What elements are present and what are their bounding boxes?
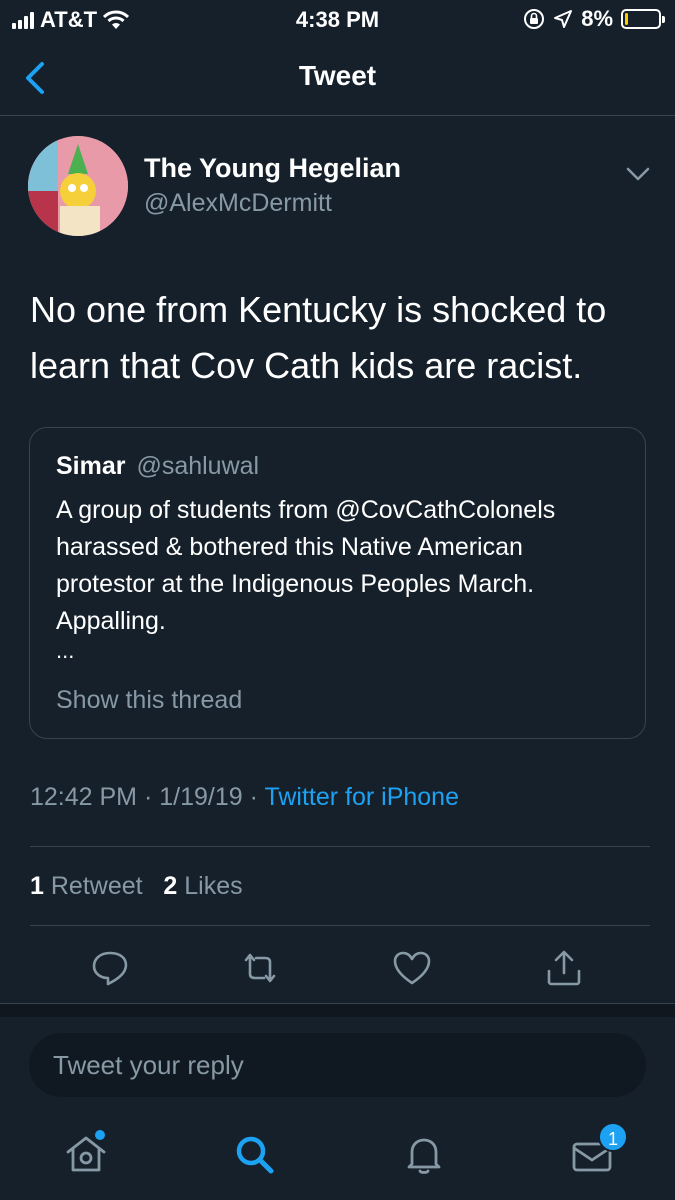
retweet-icon[interactable] bbox=[238, 946, 282, 990]
quoted-tweet-ellipsis: ... bbox=[56, 638, 75, 663]
retweets-stat[interactable]: 1 Retweet bbox=[30, 872, 143, 900]
chevron-down-icon[interactable] bbox=[624, 164, 652, 184]
tab-bar bbox=[0, 1110, 675, 1200]
orientation-lock-icon bbox=[524, 9, 545, 29]
reply-icon[interactable] bbox=[88, 946, 132, 990]
tweet-source-link[interactable]: Twitter for iPhone bbox=[264, 783, 459, 811]
messages-badge: 1 bbox=[598, 1122, 628, 1152]
notifications-icon[interactable] bbox=[400, 1130, 448, 1178]
quoted-author-handle: @sahluwal bbox=[136, 452, 260, 480]
meta-separator: · bbox=[143, 783, 153, 811]
quoted-tweet[interactable]: Simar @sahluwal A group of students from… bbox=[29, 427, 646, 739]
section-divider bbox=[0, 1003, 675, 1017]
tweet-time: 12:42 PM bbox=[30, 783, 138, 811]
location-icon bbox=[554, 10, 573, 28]
divider bbox=[30, 846, 650, 847]
quoted-tweet-header: Simar @sahluwal bbox=[56, 452, 259, 481]
quoted-tweet-text: A group of students from @CovCathColonel… bbox=[56, 496, 556, 635]
status-right: 8% bbox=[523, 6, 665, 32]
avatar[interactable] bbox=[28, 136, 128, 236]
reply-input[interactable]: Tweet your reply bbox=[29, 1033, 646, 1097]
home-notification-dot bbox=[95, 1130, 105, 1140]
like-count: 2 bbox=[163, 872, 178, 900]
page-title: Tweet bbox=[298, 60, 377, 91]
search-icon[interactable] bbox=[230, 1130, 278, 1178]
author-name[interactable]: The Young Hegelian bbox=[144, 153, 401, 184]
tweet-meta: 12:42 PM · 1/19/19 · Twitter for iPhone bbox=[30, 783, 459, 812]
author-handle[interactable]: @AlexMcDermitt bbox=[144, 189, 332, 218]
battery-fill bbox=[625, 13, 628, 25]
like-icon[interactable] bbox=[390, 946, 434, 990]
show-thread-link[interactable]: Show this thread bbox=[56, 686, 242, 715]
tweet-date: 1/19/19 bbox=[159, 783, 243, 811]
quoted-author-name: Simar bbox=[56, 452, 126, 480]
retweet-label: Retweet bbox=[50, 872, 143, 900]
avatar-image bbox=[28, 136, 128, 236]
like-label: Likes bbox=[184, 872, 243, 900]
retweet-count: 1 bbox=[30, 872, 44, 900]
meta-separator: · bbox=[249, 783, 258, 811]
battery-percent: 8% bbox=[581, 6, 613, 31]
tweet-stats: 1 Retweet 2 Likes bbox=[30, 872, 243, 901]
nav-bar: Tweet bbox=[0, 40, 675, 116]
share-icon[interactable] bbox=[542, 946, 586, 990]
divider bbox=[30, 925, 650, 926]
likes-stat[interactable]: 2 Likes bbox=[163, 872, 242, 900]
status-bar: AT&T 4:38 PM 8% bbox=[0, 0, 675, 40]
tweet-text: No one from Kentucky is shocked to learn… bbox=[30, 289, 607, 386]
battery-icon bbox=[621, 9, 665, 29]
